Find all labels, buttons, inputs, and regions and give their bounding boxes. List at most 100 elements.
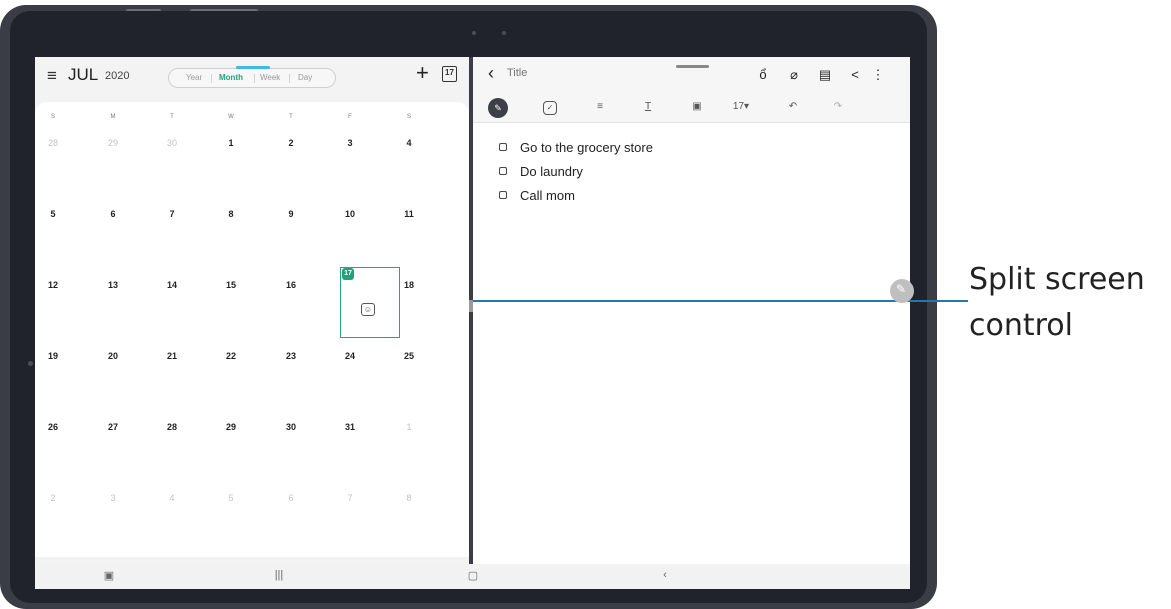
calendar-day[interactable]: 1: [397, 422, 421, 432]
month-label[interactable]: JUL: [68, 65, 98, 85]
calendar-day[interactable]: 1: [219, 138, 243, 148]
tab-day[interactable]: Day: [298, 73, 312, 82]
title-input[interactable]: [507, 67, 627, 79]
calendar-day[interactable]: 7: [160, 209, 184, 219]
share-icon[interactable]: <: [848, 67, 862, 82]
weekday-label: S: [406, 114, 411, 120]
recent-apps-icon[interactable]: |||: [271, 569, 287, 581]
calendar-day[interactable]: 20: [101, 351, 125, 361]
today-calendar-icon[interactable]: 17: [442, 66, 457, 82]
notes-pane: ‹ ổ ⌀ ▤ < ⋮ ✎ ✓ ≡ T ▣ 17▾ ↶ ↷: [473, 57, 910, 564]
calendar-day[interactable]: 8: [219, 209, 243, 219]
camera-icon: [472, 31, 476, 35]
calendar-day[interactable]: 6: [279, 493, 303, 503]
tab-month[interactable]: Month: [219, 73, 243, 82]
selected-day-badge: 17: [342, 268, 354, 280]
calendar-day[interactable]: 30: [279, 422, 303, 432]
redo-icon[interactable]: ↷: [830, 101, 846, 112]
calendar-day[interactable]: 6: [101, 209, 125, 219]
calendar-day[interactable]: 11: [397, 209, 421, 219]
list-item[interactable]: Go to the grocery store: [499, 135, 653, 159]
notes-header: ‹ ổ ⌀ ▤ < ⋮: [473, 57, 910, 93]
calendar-day[interactable]: 30: [160, 138, 184, 148]
tab-year[interactable]: Year: [186, 73, 202, 82]
calendar-day[interactable]: 23: [279, 351, 303, 361]
year-label[interactable]: 2020: [105, 70, 129, 82]
tab-week[interactable]: Week: [260, 73, 280, 82]
list-item-text[interactable]: Call mom: [520, 188, 575, 203]
calendar-day[interactable]: 16: [279, 280, 303, 290]
calendar-day[interactable]: 31: [338, 422, 362, 432]
callout-label-line1: Split screen: [969, 262, 1145, 297]
more-icon[interactable]: ⋮: [871, 67, 885, 83]
calendar-day[interactable]: 2: [279, 138, 303, 148]
calendar-day[interactable]: 10: [338, 209, 362, 219]
calendar-day[interactable]: 19: [41, 351, 65, 361]
insert-icon[interactable]: ▣: [689, 101, 705, 112]
font-size-select[interactable]: 17▾: [729, 101, 753, 112]
calendar-day[interactable]: 15: [219, 280, 243, 290]
list-item-text[interactable]: Do laundry: [520, 164, 583, 179]
back-arrow-icon[interactable]: ‹: [488, 63, 494, 84]
calendar-day[interactable]: 29: [219, 422, 243, 432]
document-icon[interactable]: ▤: [818, 67, 832, 83]
drag-handle[interactable]: [676, 65, 709, 68]
calendar-day[interactable]: 25: [397, 351, 421, 361]
calendar-day[interactable]: 22: [219, 351, 243, 361]
weekday-label: F: [348, 114, 352, 120]
weekday-label: W: [228, 114, 234, 120]
calendar-day[interactable]: 14: [160, 280, 184, 290]
calendar-day[interactable]: 7: [338, 493, 362, 503]
checkbox[interactable]: [499, 143, 507, 151]
back-icon[interactable]: ‹: [657, 569, 673, 581]
home-icon[interactable]: ▢: [465, 569, 481, 582]
calendar-day[interactable]: 4: [397, 138, 421, 148]
calendar-day[interactable]: 28: [41, 138, 65, 148]
weekday-label: T: [170, 114, 174, 120]
list-item[interactable]: Call mom: [499, 183, 653, 207]
checkbox[interactable]: [499, 191, 507, 199]
calendar-day[interactable]: 2: [41, 493, 65, 503]
pen-mode-icon[interactable]: ✎: [488, 98, 508, 118]
calendar-day[interactable]: 13: [101, 280, 125, 290]
calendar-day[interactable]: 26: [41, 422, 65, 432]
tablet-screen: ≡ JUL 2020 Year Month Week Day + 17 17 ☺…: [35, 57, 910, 589]
calendar-day[interactable]: 24: [338, 351, 362, 361]
screen-icon[interactable]: ▣: [101, 569, 117, 582]
checklist: Go to the grocery store Do laundry Call …: [499, 135, 653, 207]
calendar-day[interactable]: 4: [160, 493, 184, 503]
calendar-day[interactable]: 28: [160, 422, 184, 432]
text-style-icon[interactable]: ≡: [592, 101, 608, 112]
add-event-icon[interactable]: +: [416, 62, 429, 84]
tab-divider: [211, 74, 212, 83]
pen-hand-icon[interactable]: ổ: [756, 67, 770, 82]
undo-icon[interactable]: ↶: [785, 101, 801, 112]
calendar-day[interactable]: 9: [279, 209, 303, 219]
calendar-day[interactable]: 27: [101, 422, 125, 432]
list-item-text[interactable]: Go to the grocery store: [520, 140, 653, 155]
callout-label: Split screen control: [969, 257, 1169, 349]
calendar-day[interactable]: 5: [219, 493, 243, 503]
calendar-day[interactable]: 8: [397, 493, 421, 503]
calendar-day[interactable]: 29: [101, 138, 125, 148]
calendar-day[interactable]: 18: [397, 280, 421, 290]
tablet-frame: ≡ JUL 2020 Year Month Week Day + 17 17 ☺…: [0, 5, 937, 609]
weekday-label: M: [110, 114, 116, 120]
navigation-bar: ▣ ||| ▢ ‹: [35, 564, 910, 589]
checkbox-icon[interactable]: ✓: [543, 101, 557, 115]
paperclip-icon[interactable]: ⌀: [787, 67, 801, 83]
weekday-label: T: [289, 114, 293, 120]
calendar-day[interactable]: 12: [41, 280, 65, 290]
list-item[interactable]: Do laundry: [499, 159, 653, 183]
edge-panel-handle[interactable]: ✎: [890, 279, 914, 303]
notes-toolbar: ✎ ✓ ≡ T ▣ 17▾ ↶ ↷: [473, 93, 910, 123]
sticker-icon[interactable]: ☺: [361, 303, 375, 316]
active-view-indicator: [236, 66, 270, 69]
calendar-day[interactable]: 3: [338, 138, 362, 148]
calendar-day[interactable]: 5: [41, 209, 65, 219]
calendar-day[interactable]: 3: [101, 493, 125, 503]
text-format-icon[interactable]: T: [640, 101, 656, 112]
calendar-day[interactable]: 21: [160, 351, 184, 361]
checkbox[interactable]: [499, 167, 507, 175]
menu-icon[interactable]: ≡: [47, 66, 65, 86]
